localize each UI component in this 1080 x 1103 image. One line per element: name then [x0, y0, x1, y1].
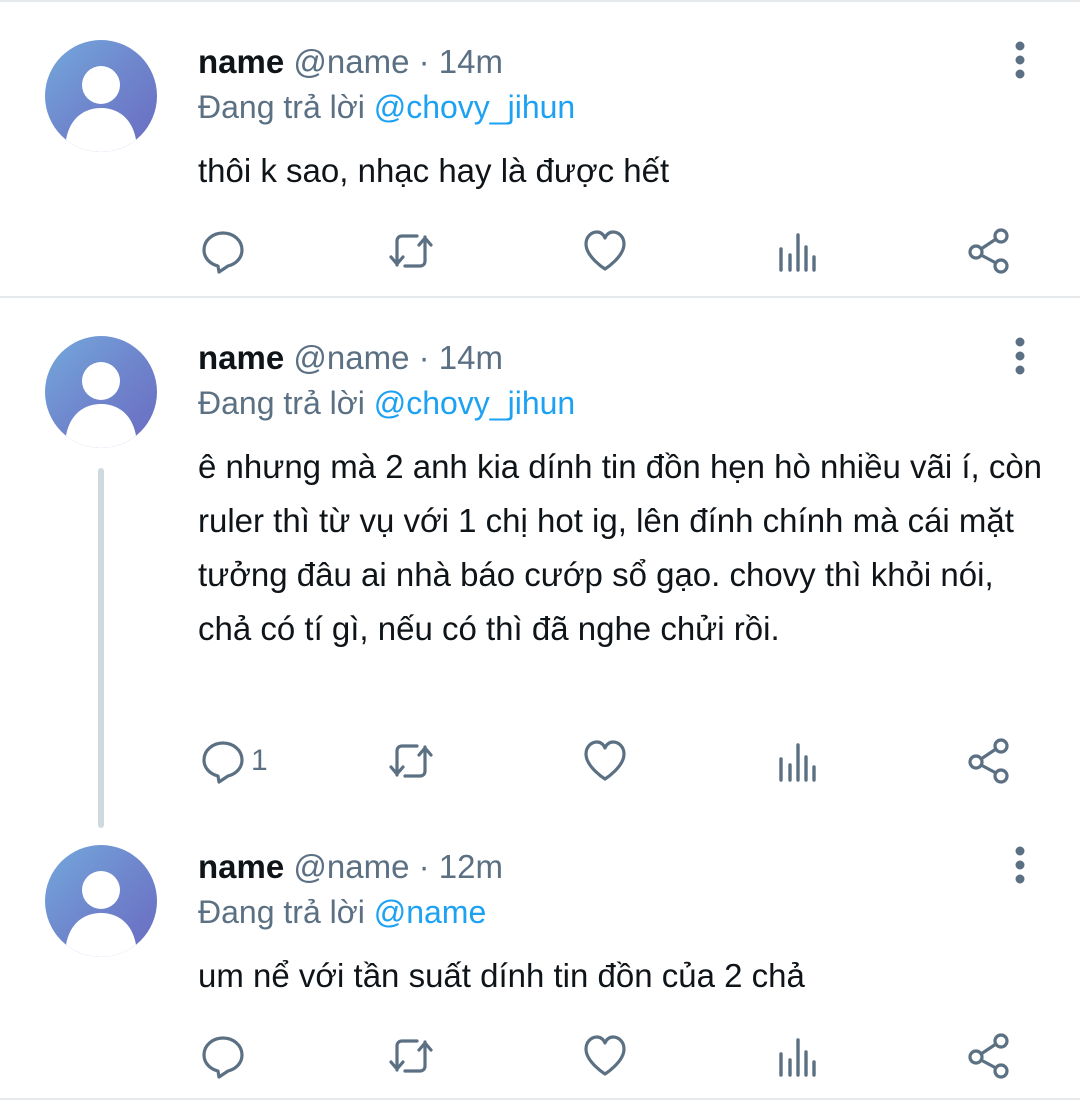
- default-avatar-icon: [65, 362, 137, 448]
- more-options-button[interactable]: [1006, 336, 1034, 376]
- reply-icon: [202, 1036, 244, 1079]
- avatar[interactable]: [45, 40, 157, 152]
- more-vertical-icon: [1015, 41, 1025, 79]
- tweet-text: ê nhưng mà 2 anh kia dính tin đồn hẹn hò…: [198, 448, 1043, 647]
- handle[interactable]: @name: [293, 848, 409, 885]
- replying-to-label: Đang trả lời: [198, 385, 365, 421]
- tweet-text: thôi k sao, nhạc hay là được hết: [198, 152, 670, 189]
- analytics-button[interactable]: [773, 1031, 821, 1081]
- retweet-icon: [389, 234, 433, 268]
- separator-dot: ·: [418, 848, 430, 885]
- action-bar: 1: [0, 736, 1080, 786]
- retweet-button[interactable]: [387, 226, 435, 276]
- retweet-button[interactable]: [387, 736, 435, 786]
- timestamp[interactable]: 12m: [439, 848, 503, 885]
- reply-icon: [202, 231, 244, 274]
- tweet-header: name @name · 14m: [198, 336, 503, 380]
- reply-button[interactable]: 1: [199, 736, 268, 786]
- share-icon: [968, 228, 1009, 274]
- divider: [0, 0, 1080, 2]
- divider: [0, 296, 1080, 298]
- mention-link[interactable]: @chovy_jihun: [374, 89, 575, 125]
- reply-icon: [202, 741, 244, 784]
- tweet-text: um nể với tần suất dính tin đồn của 2 ch…: [198, 957, 805, 994]
- retweet-button[interactable]: [387, 1031, 435, 1081]
- analytics-icon: [779, 233, 816, 272]
- share-icon: [968, 1033, 1009, 1079]
- reply-button[interactable]: [199, 226, 251, 276]
- analytics-button[interactable]: [773, 226, 821, 276]
- avatar[interactable]: [45, 336, 157, 448]
- like-button[interactable]: [581, 1031, 629, 1081]
- reply-button[interactable]: [199, 1031, 251, 1081]
- more-options-button[interactable]: [1006, 40, 1034, 80]
- share-button[interactable]: [965, 736, 1013, 786]
- handle[interactable]: @name: [293, 43, 409, 80]
- replying-to: Đang trả lời @name: [198, 890, 486, 934]
- replying-to-label: Đang trả lời: [198, 894, 365, 930]
- replying-to: Đang trả lời @chovy_jihun: [198, 381, 575, 425]
- share-button[interactable]: [965, 226, 1013, 276]
- tweet-header: name @name · 14m: [198, 40, 503, 84]
- timestamp[interactable]: 14m: [439, 43, 503, 80]
- more-vertical-icon: [1015, 846, 1025, 884]
- retweet-icon: [389, 1039, 433, 1073]
- timestamp[interactable]: 14m: [439, 339, 503, 376]
- replying-to-label: Đang trả lời: [198, 89, 365, 125]
- avatar[interactable]: [45, 845, 157, 957]
- action-bar: [0, 226, 1080, 276]
- display-name[interactable]: name: [198, 339, 284, 376]
- default-avatar-icon: [65, 66, 137, 152]
- display-name[interactable]: name: [198, 848, 284, 885]
- mention-link[interactable]: @chovy_jihun: [374, 385, 575, 421]
- share-button[interactable]: [965, 1031, 1013, 1081]
- retweet-icon: [389, 744, 433, 778]
- action-bar: [0, 1031, 1080, 1081]
- default-avatar-icon: [65, 871, 137, 957]
- analytics-icon: [779, 1038, 816, 1077]
- heart-icon: [584, 230, 626, 271]
- handle[interactable]: @name: [293, 339, 409, 376]
- separator-dot: ·: [418, 339, 430, 376]
- mention-link[interactable]: @name: [374, 894, 487, 930]
- reply-count: 1: [251, 744, 268, 777]
- replying-to: Đang trả lời @chovy_jihun: [198, 85, 575, 129]
- share-icon: [968, 738, 1009, 784]
- like-button[interactable]: [581, 226, 629, 276]
- heart-icon: [584, 1035, 626, 1076]
- separator-dot: ·: [418, 43, 430, 80]
- divider: [0, 1098, 1080, 1100]
- tweet-header: name @name · 12m: [198, 845, 503, 889]
- analytics-icon: [779, 743, 816, 782]
- display-name[interactable]: name: [198, 43, 284, 80]
- like-button[interactable]: [581, 736, 629, 786]
- more-options-button[interactable]: [1006, 845, 1034, 885]
- more-vertical-icon: [1015, 337, 1025, 375]
- analytics-button[interactable]: [773, 736, 821, 786]
- heart-icon: [584, 740, 626, 781]
